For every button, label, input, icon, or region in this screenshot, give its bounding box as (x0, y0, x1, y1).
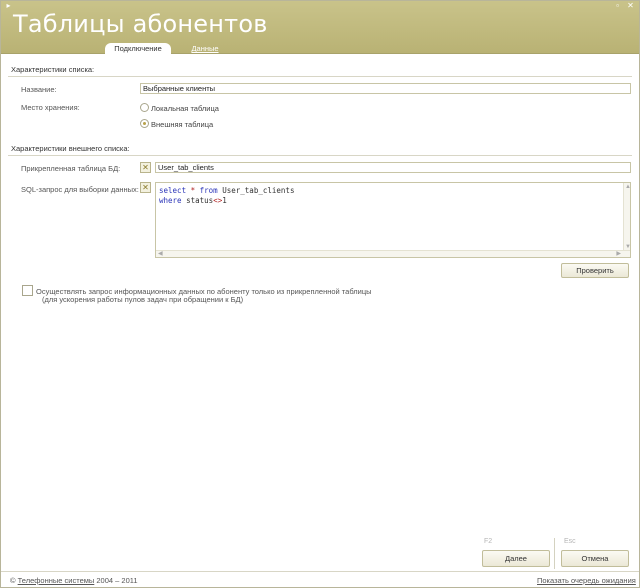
sql-text: 1 (222, 196, 227, 205)
radio-local-table-label[interactable]: Локальная таблица (151, 104, 219, 113)
scroll-right-icon[interactable]: ▶ (616, 251, 621, 257)
list-section-title: Характеристики списка: (11, 65, 95, 74)
tab-data[interactable]: Данные (187, 43, 223, 55)
next-button[interactable]: Далее (482, 550, 550, 567)
header-bar: ▸ ▫ ✕ Таблицы абонентов Подключение Данн… (1, 1, 639, 55)
verify-button[interactable]: Проверить (561, 263, 629, 278)
window-menu-icon[interactable]: ▸ (4, 2, 13, 10)
sql-editor[interactable]: select * from User_tab_clients where sta… (155, 182, 631, 258)
footer-divider (1, 571, 639, 572)
sql-label: SQL-запрос для выборки данных: (21, 185, 139, 194)
divider (8, 76, 632, 77)
horizontal-scrollbar[interactable]: ◀ ▶ (156, 250, 630, 257)
show-queue-link[interactable]: Показать очередь ожидания (537, 576, 636, 585)
footer-copyright: © Телефонные системы 2004 – 2011 (10, 576, 138, 585)
scroll-up-icon[interactable]: ▲ (625, 184, 631, 190)
clear-sql-icon[interactable]: ✕ (140, 182, 151, 193)
close-icon[interactable]: ✕ (626, 2, 635, 10)
name-field[interactable]: Выбранные клиенты (140, 83, 631, 94)
sql-keyword: select (159, 186, 187, 195)
sql-text: status (186, 196, 214, 205)
app-window: ▸ ▫ ✕ Таблицы абонентов Подключение Данн… (0, 0, 640, 588)
sql-operator: <> (213, 196, 223, 205)
company-link[interactable]: Телефонные системы (18, 576, 95, 585)
tab-connection[interactable]: Подключение (105, 43, 171, 55)
storage-label: Место хранения: (21, 103, 80, 112)
copyright-icon: © (10, 576, 16, 585)
radio-local-table[interactable] (140, 103, 149, 112)
name-label: Название: (21, 85, 57, 94)
sql-keyword: from (199, 186, 218, 195)
sql-code: select * from User_tab_clients where sta… (159, 186, 294, 206)
radio-external-table[interactable] (140, 119, 149, 128)
sql-text: User_tab_clients (222, 186, 295, 195)
page-title: Таблицы абонентов (13, 10, 268, 38)
cancel-button[interactable]: Отмена (561, 550, 629, 567)
divider (554, 538, 555, 569)
minimize-icon[interactable]: ▫ (613, 2, 622, 10)
sql-operator: * (190, 186, 196, 195)
radio-external-table-label[interactable]: Внешняя таблица (151, 120, 213, 129)
clear-table-icon[interactable]: ✕ (140, 162, 151, 173)
sql-keyword: where (159, 196, 182, 205)
vertical-scrollbar[interactable]: ▲ ▼ (623, 183, 631, 251)
db-table-label: Прикрепленная таблица БД: (21, 164, 121, 173)
cancel-hotkey: Esc (564, 538, 576, 545)
table-only-hint: (для ускорения работы пулов задач при об… (42, 295, 244, 304)
next-hotkey: F2 (484, 538, 493, 545)
divider (8, 155, 632, 156)
copyright-years: 2004 – 2011 (96, 576, 138, 585)
scroll-left-icon[interactable]: ◀ (158, 251, 163, 257)
external-section-title: Характеристики внешнего списка: (11, 144, 130, 153)
table-only-checkbox[interactable] (22, 285, 33, 296)
db-table-field[interactable]: User_tab_clients (155, 162, 631, 173)
